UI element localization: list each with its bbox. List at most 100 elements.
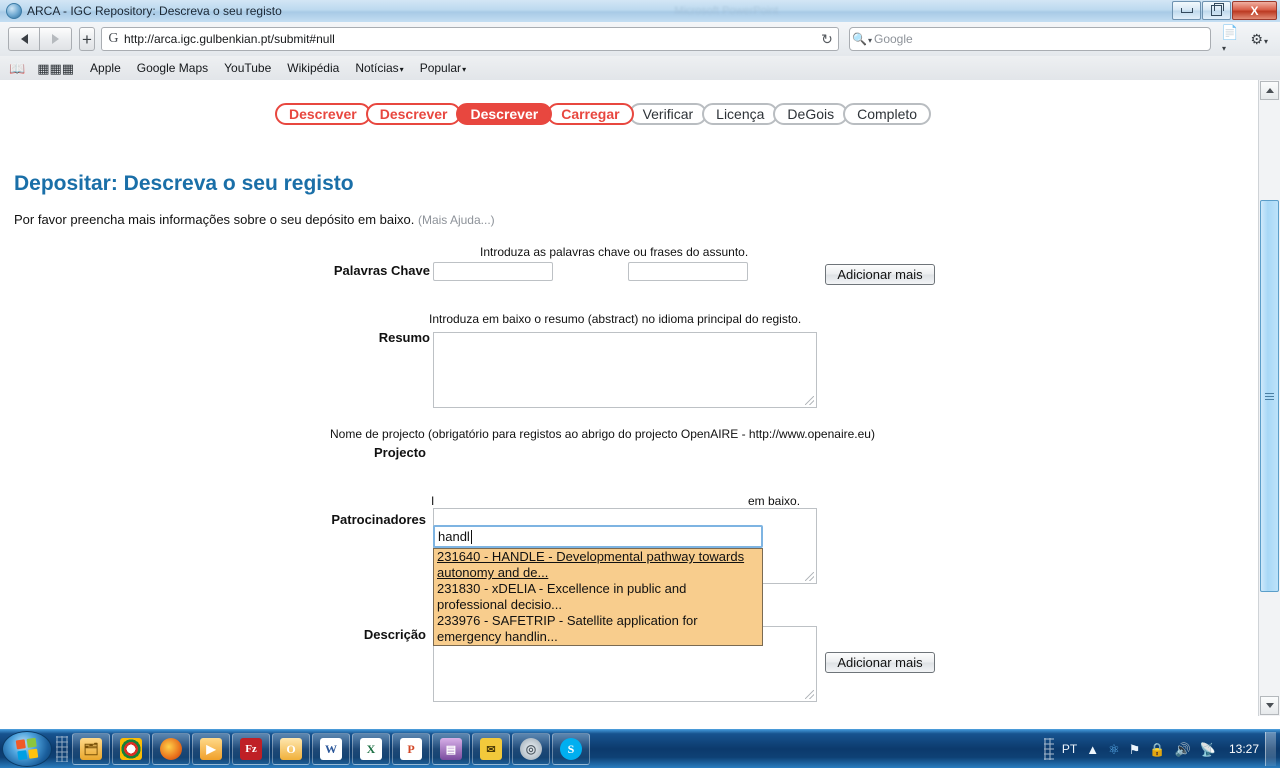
close-button[interactable]: X <box>1232 1 1277 20</box>
excel-icon: X <box>360 738 382 760</box>
reload-icon[interactable]: ↻ <box>816 31 838 48</box>
bookmarks-book-icon[interactable]: 📖 <box>9 62 25 75</box>
gear-icon[interactable]: ⚙▾ <box>1250 32 1268 46</box>
taskbar-item-outlook[interactable]: O <box>272 733 310 765</box>
page-icon[interactable]: 📄▾ <box>1221 25 1238 53</box>
action-center-icon[interactable]: 🔒 <box>1149 743 1165 756</box>
chevron-up-icon <box>1265 88 1274 93</box>
step-degois[interactable]: DeGois <box>773 103 849 125</box>
step-verificar[interactable]: Verificar <box>628 103 708 125</box>
chevron-down-icon: ▾ <box>399 65 404 74</box>
taskbar-item-word[interactable]: W <box>312 733 350 765</box>
taskbar-item-explorer[interactable]: 🗂 <box>72 733 110 765</box>
new-tab-button[interactable]: + <box>79 27 95 51</box>
system-tray: PT ▲ ⚛ ⚑ 🔒 🔊 📡 13:27 <box>1043 732 1280 766</box>
search-icon: 🔍▾ <box>852 32 872 46</box>
taskbar-clock[interactable]: 13:27 <box>1229 742 1259 756</box>
project-label: Projecto <box>373 445 426 460</box>
step-descrever-1[interactable]: Descrever <box>275 103 371 125</box>
project-input[interactable]: handl <box>433 525 763 548</box>
forward-button[interactable] <box>40 27 72 51</box>
autocomplete-option-1[interactable]: 231640 - HANDLE - Developmental pathway … <box>434 549 762 581</box>
start-button[interactable] <box>2 731 52 767</box>
description-label: Descrição <box>363 627 426 642</box>
taskbar-item-powerpoint[interactable]: P <box>392 733 430 765</box>
taskbar-item-chrome[interactable] <box>112 733 150 765</box>
page-intro: Por favor preencha mais informações sobr… <box>14 212 495 227</box>
show-desktop-button[interactable] <box>1265 732 1276 766</box>
restore-button[interactable] <box>1202 1 1231 20</box>
chrome-icon <box>120 738 142 760</box>
bookmarks-bar: 📖 ▦▦▦ Apple Google Maps YouTube Wikipédi… <box>0 56 1280 81</box>
taskbar-item-media-player[interactable]: ▶ <box>192 733 230 765</box>
step-carregar[interactable]: Carregar <box>547 103 634 125</box>
step-completo[interactable]: Completo <box>843 103 932 125</box>
bookmark-apple[interactable]: Apple <box>90 61 121 75</box>
restore-icon <box>1211 3 1224 16</box>
step-licenca[interactable]: Licença <box>702 103 779 125</box>
bluetooth-icon[interactable]: ⚛ <box>1108 743 1120 756</box>
outlook-icon: O <box>280 738 302 760</box>
library-icon: ▤ <box>440 738 462 760</box>
chevron-down-icon: ▾ <box>462 65 467 74</box>
taskbar-item-skype[interactable]: S <box>552 733 590 765</box>
minimize-icon <box>1180 8 1193 13</box>
keywords-input-1[interactable] <box>433 262 553 281</box>
chevron-up-icon[interactable]: ▲ <box>1086 743 1099 756</box>
bookmark-youtube[interactable]: YouTube <box>224 61 271 75</box>
explorer-icon: 🗂 <box>80 738 102 760</box>
step-descrever-2[interactable]: Descrever <box>365 103 462 125</box>
page-content: Descrever Descrever Descrever Carregar V… <box>0 80 1258 716</box>
bookmark-popular[interactable]: Popular▾ <box>420 61 466 75</box>
bookmark-wikipedia[interactable]: Wikipédia <box>287 61 339 75</box>
more-help-link[interactable]: (Mais Ajuda...) <box>418 213 495 227</box>
taskbar-grip-icon <box>56 736 68 762</box>
tray-grip-icon <box>1043 738 1054 760</box>
search-placeholder: Google <box>873 32 913 46</box>
submission-progress-bar: Descrever Descrever Descrever Carregar V… <box>275 103 932 125</box>
sponsors-label: Patrocinadores <box>331 512 426 527</box>
volume-icon[interactable]: 🔊 <box>1175 743 1191 756</box>
bookmark-google-maps[interactable]: Google Maps <box>137 61 208 75</box>
language-indicator[interactable]: PT <box>1062 742 1077 756</box>
apps-grid-icon[interactable]: ▦▦▦ <box>37 62 74 75</box>
background-window-hint: Microsoft PowerPoint <box>674 5 779 17</box>
taskbar-item-library[interactable]: ▤ <box>432 733 470 765</box>
taskbar-item-excel[interactable]: X <box>352 733 390 765</box>
flag-icon[interactable]: ⚑ <box>1129 743 1141 756</box>
description-add-more-button[interactable]: Adicionar mais <box>825 652 935 673</box>
search-bar[interactable]: 🔍▾ Google <box>848 27 1211 51</box>
safari-icon: ◎ <box>520 738 542 760</box>
scroll-up-button[interactable] <box>1260 81 1279 100</box>
chevron-down-icon <box>1265 703 1274 708</box>
text-cursor-icon <box>470 529 472 544</box>
skype-icon: S <box>560 738 582 760</box>
autocomplete-option-2[interactable]: 231830 - xDELIA - Excellence in public a… <box>434 581 762 613</box>
back-button[interactable] <box>8 27 40 51</box>
minimize-button[interactable] <box>1172 1 1201 20</box>
back-arrow-icon <box>20 34 28 44</box>
vertical-scrollbar[interactable] <box>1258 80 1280 716</box>
taskbar-item-firefox[interactable] <box>152 733 190 765</box>
site-favicon-icon: G <box>108 31 119 46</box>
address-bar-url: http://arca.igc.gulbenkian.pt/submit#nul… <box>123 32 335 46</box>
autocomplete-option-3[interactable]: 233976 - SAFETRIP - Satellite applicatio… <box>434 613 762 645</box>
bookmark-noticias[interactable]: Notícias▾ <box>355 61 403 75</box>
scroll-down-button[interactable] <box>1260 696 1279 715</box>
project-autocomplete-menu[interactable]: 231640 - HANDLE - Developmental pathway … <box>433 548 763 646</box>
sponsors-hint-right: em baixo. <box>748 494 801 508</box>
taskbar-item-safari[interactable]: ◎ <box>512 733 550 765</box>
taskbar-item-filezilla[interactable]: Fz <box>232 733 270 765</box>
toolbar-icon-group: 📄▾ ⚙▾ <box>1221 25 1280 53</box>
windows-logo-icon <box>15 737 39 761</box>
taskbar-item-mail[interactable]: ✉ <box>472 733 510 765</box>
keywords-add-more-button[interactable]: Adicionar mais <box>825 264 935 285</box>
keywords-input-2[interactable] <box>628 262 748 281</box>
network-warning-icon[interactable]: 📡 <box>1200 743 1216 756</box>
project-hint: Nome de projecto (obrigatório para regis… <box>330 427 875 441</box>
address-bar[interactable]: G http://arca.igc.gulbenkian.pt/submit#n… <box>100 27 839 51</box>
step-descrever-3[interactable]: Descrever <box>456 103 553 125</box>
abstract-textarea[interactable] <box>433 332 817 408</box>
window-app-icon <box>6 3 22 19</box>
scrollbar-thumb[interactable] <box>1260 200 1279 592</box>
